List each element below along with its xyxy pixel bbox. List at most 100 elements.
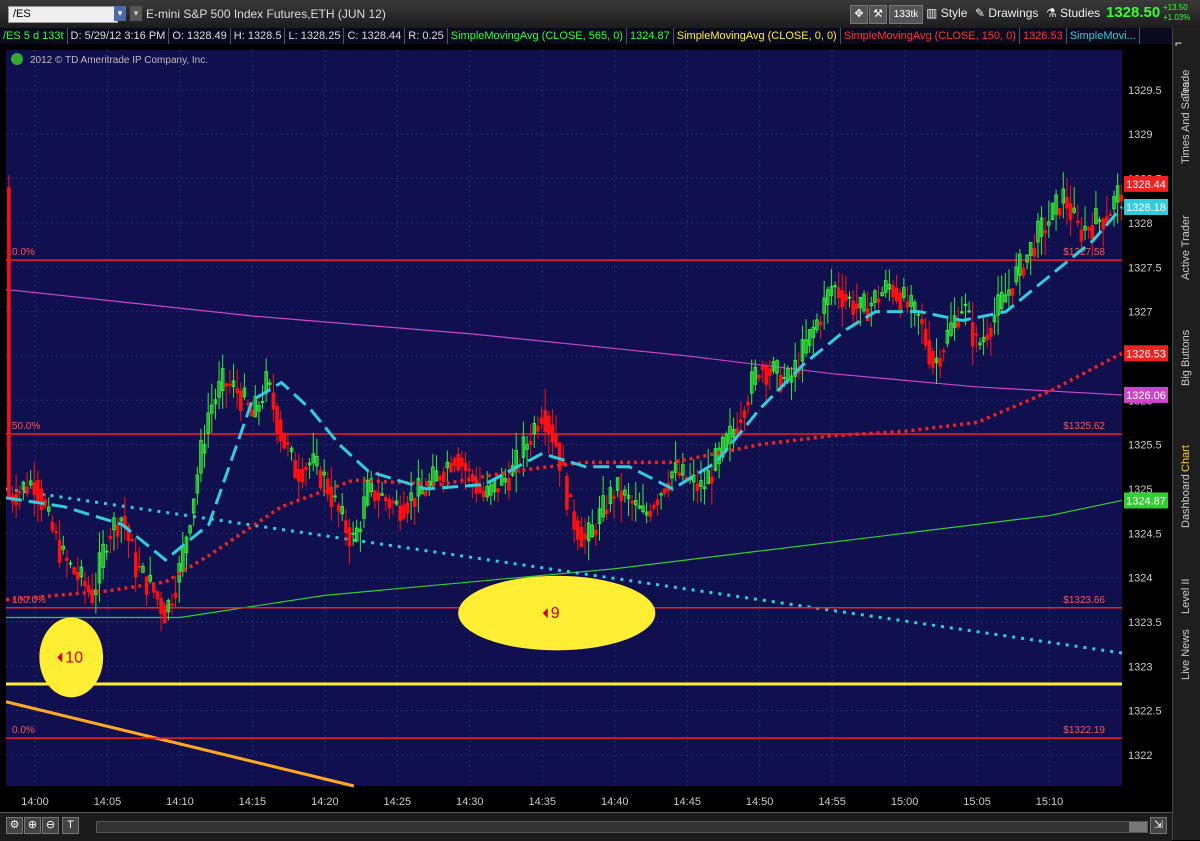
style-label: Style: [940, 6, 968, 20]
info-range: /ES 5 d 133t: [0, 28, 68, 44]
scrollbar-thumb[interactable]: [1129, 822, 1147, 832]
candle-body: [282, 432, 287, 449]
candle-body: [297, 468, 301, 482]
candle-body: [115, 524, 120, 537]
zoom-in-icon[interactable]: ⊕: [24, 817, 41, 834]
tick-aggregation-button[interactable]: 133tk: [889, 5, 923, 24]
info-icon[interactable]: [11, 53, 23, 65]
candle-body: [441, 471, 446, 482]
candle-body: [155, 591, 160, 600]
x-tick-label: 14:40: [601, 796, 629, 808]
candle-body: [152, 585, 156, 593]
instrument-description: E-mini S&P 500 Index Futures,ETH (JUN 12…: [146, 7, 386, 21]
candle-body: [583, 533, 587, 540]
fib-level-right-label: $1322.19: [1063, 725, 1105, 736]
plot-area[interactable]: [6, 50, 1122, 786]
candle-body: [876, 298, 881, 303]
studies-button[interactable]: ⚗ Studies: [1046, 6, 1100, 20]
candle-body: [905, 301, 910, 308]
candle-body: [539, 417, 544, 424]
candle-body: [376, 492, 381, 501]
annotation-label: 9: [551, 605, 560, 622]
candle-body: [1119, 194, 1124, 202]
fib-level-left-label: 0.0%: [12, 725, 35, 736]
y-tick-label: 1325.5: [1128, 440, 1162, 452]
candle-body: [818, 321, 823, 326]
x-tick-label: 15:05: [963, 796, 991, 808]
candle-body: [1065, 196, 1069, 209]
fib-level-left-label: 50.0%: [12, 421, 40, 432]
expand-icon[interactable]: ⇲: [1150, 817, 1167, 834]
x-tick-label: 14:50: [746, 796, 774, 808]
info-sma2[interactable]: SimpleMovingAvg (CLOSE, 0, 0): [674, 28, 841, 44]
candle-body: [286, 442, 290, 445]
pencil-icon: ✎: [975, 6, 986, 20]
y-tick-label: 1322.5: [1128, 706, 1162, 718]
drawings-button[interactable]: ✎ Drawings: [975, 6, 1038, 20]
candle-body: [336, 504, 341, 512]
zoom-out-icon[interactable]: ⊖: [42, 817, 59, 834]
info-sma4[interactable]: SimpleMovi...: [1067, 28, 1140, 44]
candle-body: [133, 552, 138, 578]
description-dropdown-icon[interactable]: ▾: [130, 6, 142, 21]
y-tick-label: 1328: [1128, 218, 1152, 230]
candle-body: [438, 476, 442, 481]
candle-body: [159, 597, 163, 614]
candle-body: [550, 424, 555, 443]
candle-body: [162, 604, 167, 624]
fib-level-right-label: $1325.62: [1063, 421, 1105, 432]
chart-scrollbar[interactable]: [96, 821, 1148, 833]
candle-body: [1043, 230, 1047, 234]
wrench-icon[interactable]: ⚒: [869, 5, 887, 24]
x-tick-label: 15:10: [1036, 796, 1064, 808]
y-tick-label: 1323.5: [1128, 617, 1162, 629]
candle-body: [941, 350, 946, 353]
candle-body: [1079, 229, 1084, 242]
candle-body: [836, 287, 841, 298]
candle-body: [39, 488, 44, 511]
style-button[interactable]: ▥ Style: [926, 6, 967, 20]
info-sma3[interactable]: SimpleMovingAvg (CLOSE, 150, 0): [841, 28, 1020, 44]
candle-body: [974, 333, 979, 336]
candle-body: [970, 322, 975, 347]
candle-body: [648, 510, 653, 517]
settings-icon[interactable]: ⚙: [6, 817, 23, 834]
price-axis-badge-label: 1324.87: [1126, 495, 1166, 507]
side-panel: ⌐ Trade Times And Sales Active Trader Big B…: [1172, 28, 1200, 840]
candle-body: [579, 527, 584, 548]
candle-body: [931, 350, 935, 368]
copyright-text: 2012 © TD Ameritrade IP Company, Inc.: [30, 55, 208, 66]
candle-body: [739, 419, 743, 423]
text-tool-icon[interactable]: T: [62, 817, 79, 834]
candle-body: [847, 296, 852, 299]
chart-info-bar: /ES 5 d 133t D: 5/29/12 3:16 PM O: 1328.49…: [0, 28, 1172, 45]
symbol-input[interactable]: /ES: [8, 6, 118, 23]
info-sma1[interactable]: SimpleMovingAvg (CLOSE, 565, 0): [448, 28, 627, 44]
side-tab-live-news[interactable]: Live News: [1175, 629, 1199, 760]
y-tick-label: 1329.5: [1128, 85, 1162, 97]
crosshair-icon[interactable]: ✥: [850, 5, 868, 24]
collapse-icon[interactable]: ⌐: [1175, 36, 1199, 50]
last-price: 1328.50: [1106, 4, 1161, 21]
candle-body: [655, 499, 660, 506]
candle-body: [275, 405, 279, 434]
candle-body: [50, 521, 55, 531]
studies-label: Studies: [1060, 6, 1101, 20]
candle-body: [1108, 213, 1113, 216]
symbol-dropdown-icon[interactable]: ▾: [114, 6, 126, 21]
y-tick-label: 1329: [1128, 129, 1152, 141]
y-tick-label: 1327: [1128, 307, 1152, 319]
price-chart[interactable]: 13221322.513231323.513241324.513251325.5…: [0, 44, 1172, 812]
info-high: H: 1328.5: [231, 28, 286, 44]
candle-body: [927, 339, 932, 365]
candle-body: [246, 402, 250, 406]
candle-body: [855, 303, 859, 310]
candle-body: [86, 585, 91, 593]
y-tick-label: 1324.5: [1128, 528, 1162, 540]
candle-body: [894, 288, 899, 302]
candle-body: [630, 501, 634, 504]
x-tick-label: 14:20: [311, 796, 339, 808]
candle-body: [170, 603, 174, 606]
candle-body: [32, 482, 37, 495]
candle-body: [463, 462, 468, 471]
